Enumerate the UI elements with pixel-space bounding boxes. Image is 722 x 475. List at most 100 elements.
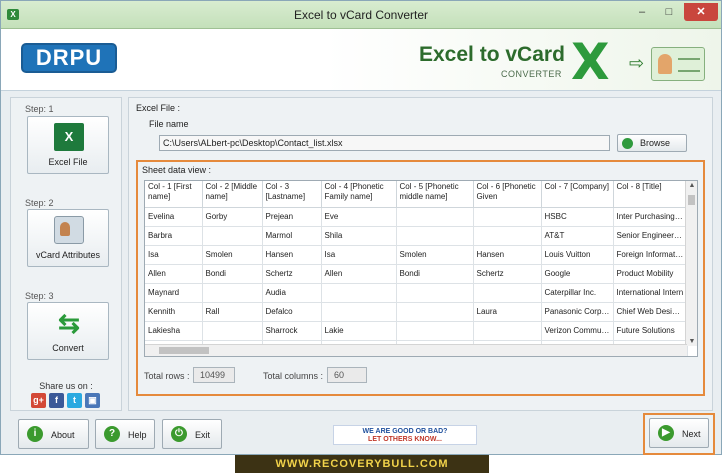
column-header[interactable]: Col - 3 [Lastname] [262, 181, 322, 208]
table-cell[interactable] [202, 321, 263, 341]
feedback-banner[interactable]: WE ARE GOOD OR BAD? LET OTHERS KNOW... [333, 425, 477, 445]
column-header[interactable]: Col - 6 [Phonetic Given [473, 181, 542, 208]
table-cell[interactable]: Laura [473, 302, 542, 322]
table-cell[interactable]: Allen [321, 264, 397, 284]
table-cell[interactable]: Schertz [473, 264, 542, 284]
table-cell[interactable]: Bondi [202, 264, 263, 284]
table-cell[interactable]: Smolen [202, 245, 263, 265]
scroll-up-icon[interactable]: ▲ [686, 182, 697, 189]
table-row[interactable]: Kennith Rall Defalco Laura Panasonic Corpora… [145, 302, 688, 322]
website-footer[interactable]: WWW.RECOVERYBULL.COM [235, 455, 489, 473]
table-cell[interactable]: Barbra [145, 226, 203, 246]
table-row[interactable]: Allen Bondi Schertz Allen Bondi Schertz Goog… [145, 264, 688, 284]
column-header[interactable]: Col - 2 [Middle name] [202, 181, 263, 208]
scroll-down-icon[interactable]: ▼ [686, 338, 697, 345]
table-cell[interactable]: Caterpillar Inc. [541, 283, 614, 303]
column-header[interactable]: Col - 5 [Phonetic middle name] [396, 181, 474, 208]
play-icon: ▶ [658, 425, 674, 441]
table-cell[interactable] [202, 226, 263, 246]
table-cell[interactable]: Schertz [262, 264, 322, 284]
table-cell[interactable]: Bondi [396, 264, 474, 284]
table-cell[interactable]: International Intern [613, 283, 688, 303]
next-button-frame: ▶ Next [643, 413, 715, 455]
twitter-icon[interactable]: t [67, 393, 82, 408]
header-banner: DRPU Excel to vCard CONVERTER X ⇨ [1, 29, 721, 91]
table-row[interactable]: Lakiesha SharrockLakie Verizon Communicati… [145, 321, 688, 341]
table-cell[interactable]: Product Mobility [613, 264, 688, 284]
help-button[interactable]: ? Help [95, 419, 155, 449]
google-plus-icon[interactable]: g+ [31, 393, 46, 408]
table-cell[interactable] [396, 302, 474, 322]
table-cell[interactable] [396, 283, 474, 303]
table-cell[interactable]: Kennith [145, 302, 203, 322]
table-cell[interactable]: Gorby [202, 207, 263, 227]
table-row[interactable]: Maynard Audia Caterpillar Inc. Internationa… [145, 283, 688, 303]
table-cell[interactable] [473, 207, 542, 227]
table-cell[interactable]: Lakie [321, 321, 397, 341]
table-cell[interactable]: Panasonic Corporation [541, 302, 614, 322]
sheet-grid[interactable]: Col - 1 [First name] Col - 2 [Middle name… [144, 180, 698, 357]
table-cell[interactable]: Lakiesha [145, 321, 203, 341]
table-cell[interactable]: Eve [321, 207, 397, 227]
facebook-icon[interactable]: f [49, 393, 64, 408]
table-cell[interactable]: Isa [321, 245, 397, 265]
vcard-attributes-button[interactable]: vCard Attributes [27, 209, 109, 267]
table-cell[interactable]: Senior Engineering [613, 226, 688, 246]
table-cell[interactable]: Isa [145, 245, 203, 265]
table-cell[interactable] [396, 321, 474, 341]
table-cell[interactable]: Allen [145, 264, 203, 284]
exit-button[interactable]: ⏻ Exit [162, 419, 222, 449]
share-icon[interactable]: ▣ [85, 393, 100, 408]
table-cell[interactable]: Rall [202, 302, 263, 322]
table-cell[interactable] [396, 207, 474, 227]
column-header[interactable]: Col - 1 [First name] [145, 181, 203, 208]
table-cell[interactable]: Future Solutions [613, 321, 688, 341]
table-cell[interactable] [321, 302, 397, 322]
table-cell[interactable]: Defalco [262, 302, 322, 322]
table-row[interactable]: Barbra Marmol Shila AT&T Senior Engineering [145, 226, 688, 246]
table-cell[interactable] [473, 226, 542, 246]
table-cell[interactable]: Inter Purchasing Associate [613, 207, 688, 227]
vertical-scroll-thumb[interactable] [688, 195, 695, 205]
horizontal-scroll-thumb[interactable] [159, 347, 209, 354]
close-button[interactable]: ✕ [684, 3, 718, 21]
column-header[interactable]: Col - 7 [Company] [541, 181, 614, 208]
table-cell[interactable] [473, 321, 542, 341]
table-cell[interactable]: Sharrock [262, 321, 322, 341]
vertical-scrollbar[interactable]: ▲ ▼ [685, 181, 697, 346]
data-table: Col - 1 [First name] Col - 2 [Middle name… [145, 181, 688, 356]
table-cell[interactable]: AT&T [541, 226, 614, 246]
table-cell[interactable]: Marmol [262, 226, 322, 246]
table-cell[interactable]: HSBC [541, 207, 614, 227]
table-cell[interactable] [321, 283, 397, 303]
table-cell[interactable]: Google [541, 264, 614, 284]
maximize-button[interactable]: □ [656, 3, 682, 21]
table-cell[interactable] [202, 283, 263, 303]
file-path-field[interactable]: C:\Users\ALbert-pc\Desktop\Contact_list.… [159, 135, 610, 151]
table-cell[interactable]: Maynard [145, 283, 203, 303]
column-header[interactable]: Col - 8 [Title] [613, 181, 688, 208]
column-header[interactable]: Col - 4 [Phonetic Family name] [321, 181, 397, 208]
table-cell[interactable] [473, 283, 542, 303]
table-row[interactable]: Isa Smolen Hansen Isa Smolen Hansen Louis Vuit… [145, 245, 688, 265]
table-cell[interactable]: Smolen [396, 245, 474, 265]
table-cell[interactable]: Hansen [262, 245, 322, 265]
table-cell[interactable] [396, 226, 474, 246]
convert-button[interactable]: ⇆ Convert [27, 302, 109, 360]
table-cell[interactable]: Prejean [262, 207, 322, 227]
table-cell[interactable]: Shila [321, 226, 397, 246]
table-cell[interactable]: Evelina [145, 207, 203, 227]
horizontal-scrollbar[interactable] [145, 344, 687, 356]
browse-button[interactable]: Browse [617, 134, 687, 152]
table-cell[interactable]: Chief Web Designer [613, 302, 688, 322]
table-cell[interactable]: Hansen [473, 245, 542, 265]
table-row[interactable]: Evelina Gorby Prejean Eve HSBC Inter Purchasi… [145, 207, 688, 227]
table-cell[interactable]: Audia [262, 283, 322, 303]
table-cell[interactable]: Louis Vuitton [541, 245, 614, 265]
about-button[interactable]: i About [18, 419, 89, 449]
minimize-button[interactable]: – [629, 3, 655, 21]
table-cell[interactable]: Foreign Information [613, 245, 688, 265]
excel-file-button[interactable]: X Excel File [27, 116, 109, 174]
table-cell[interactable]: Verizon Communications [541, 321, 614, 341]
next-button[interactable]: ▶ Next [649, 418, 709, 448]
